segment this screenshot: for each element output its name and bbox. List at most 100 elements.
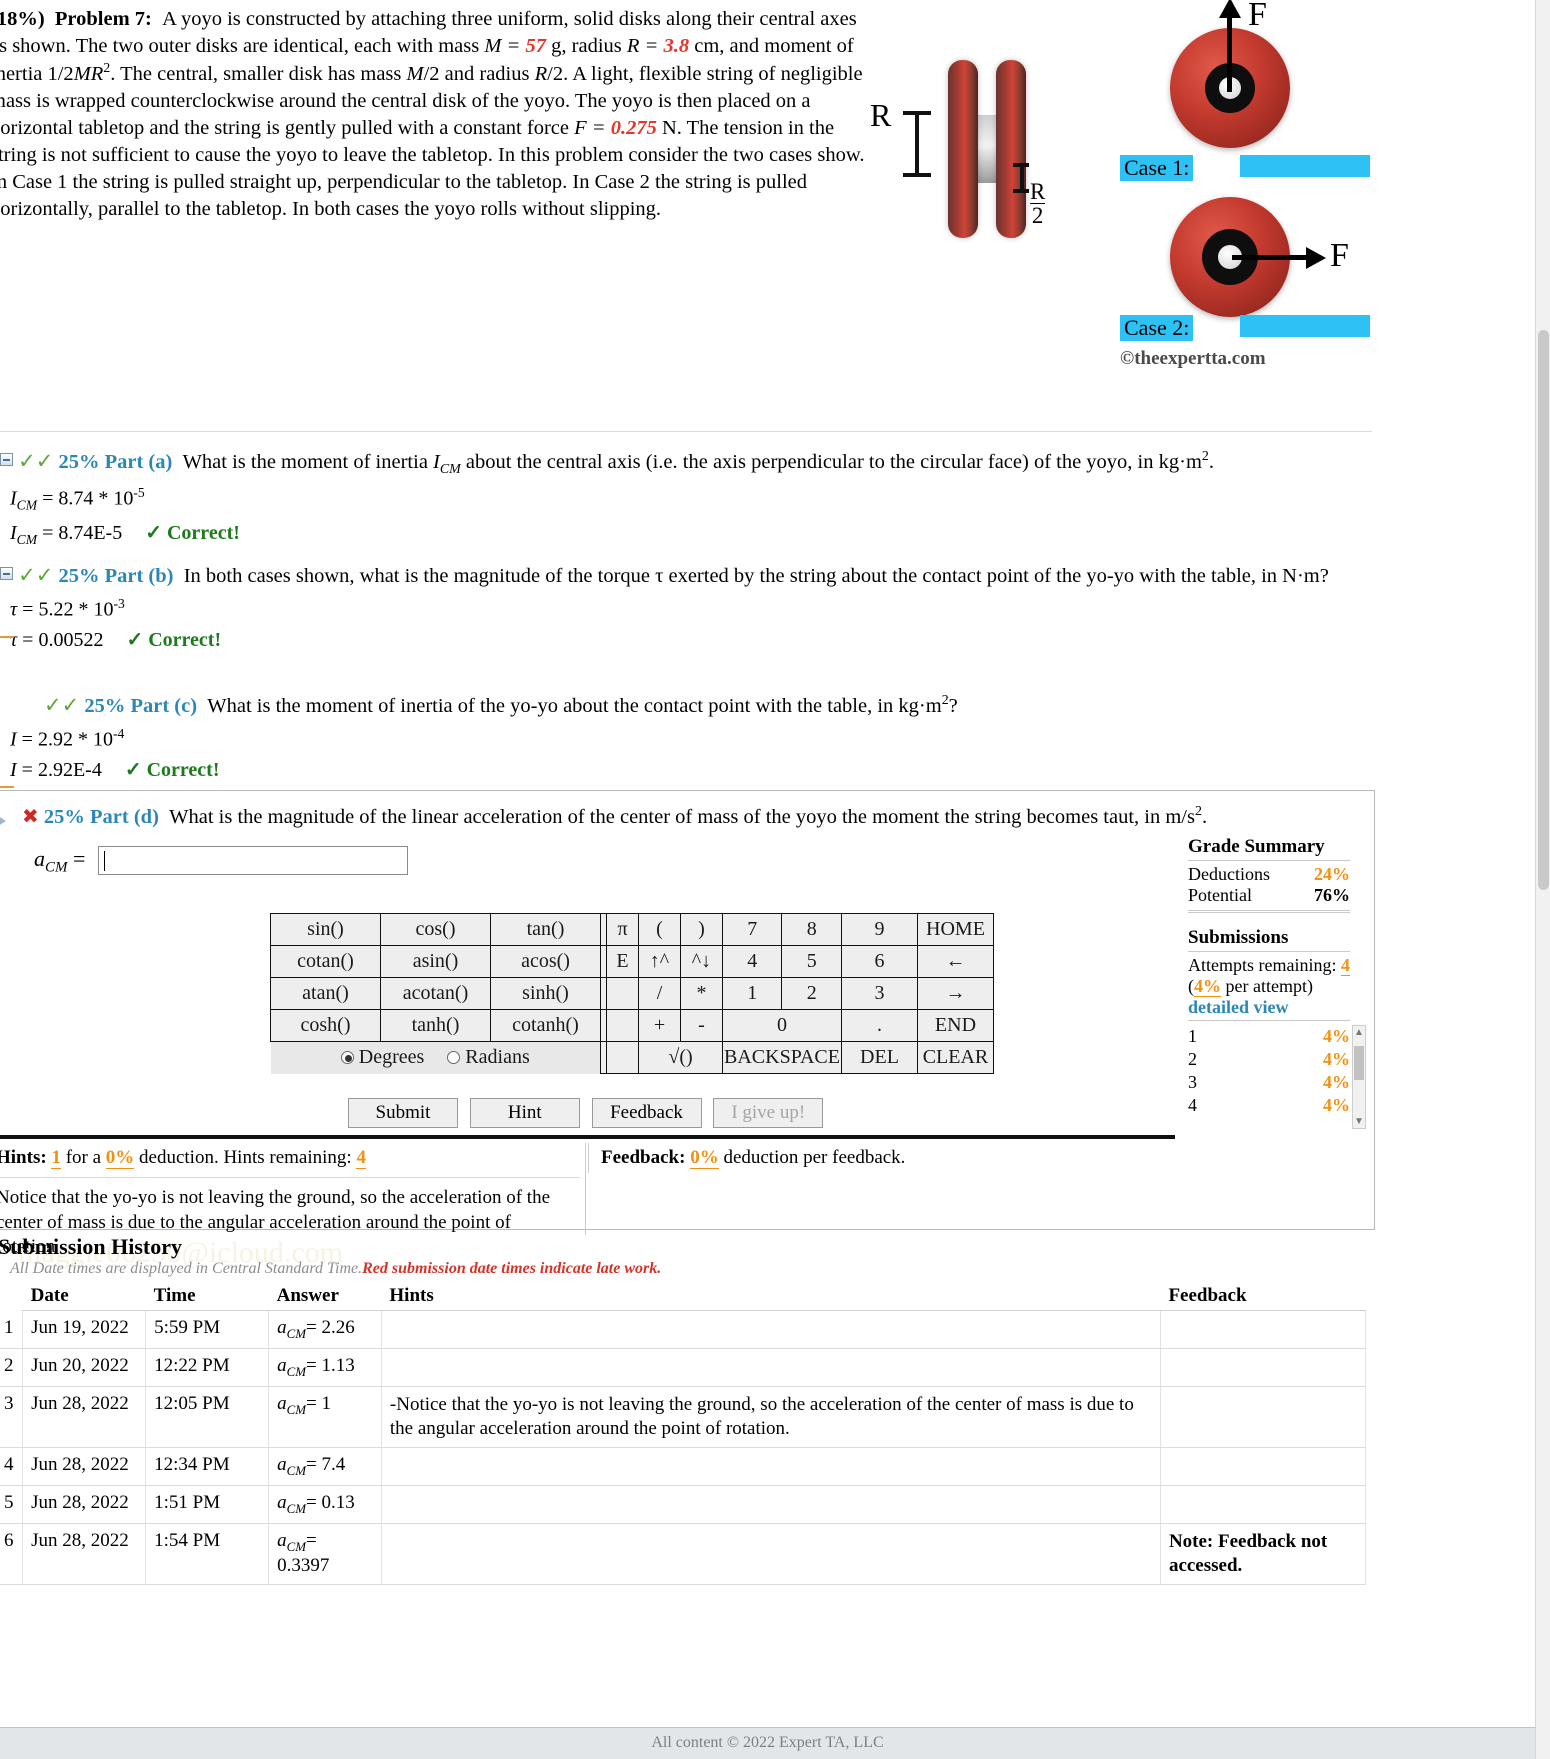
grade-summary-title: Grade Summary <box>1188 836 1325 857</box>
key-cotan[interactable]: cotan() <box>270 945 381 978</box>
row-index: 6 <box>0 1523 24 1586</box>
key-blank-2[interactable] <box>606 1009 639 1042</box>
key-1[interactable]: 1 <box>721 977 783 1010</box>
give-up-button[interactable]: I give up! <box>713 1098 824 1128</box>
page-root: (18%) Problem 7: A yoyo is constructed b… <box>0 0 1550 1759</box>
key-pi[interactable]: π <box>606 913 639 946</box>
page-footer: All content © 2022 Expert TA, LLC <box>0 1727 1535 1759</box>
submission-history-section: Submission History All Date times are di… <box>0 1234 1375 1586</box>
key-superscript-up[interactable]: ↑^ <box>638 945 681 978</box>
submission-history-table: Date Time Answer Hints Feedback 1 Jun 19… <box>0 1282 1367 1586</box>
key-cos[interactable]: cos() <box>380 913 491 946</box>
attempt-row: 1 4% <box>1188 1025 1350 1048</box>
figure-credit: ©theexpertta.com <box>1120 348 1266 369</box>
key-sin[interactable]: sin() <box>270 913 381 946</box>
key-asin[interactable]: asin() <box>380 945 491 978</box>
key-plus[interactable]: + <box>638 1009 681 1042</box>
key-0[interactable]: 0 <box>722 1009 842 1042</box>
row-date: Jun 28, 2022 <box>22 1485 147 1524</box>
page-scrollbar[interactable] <box>1535 0 1550 1759</box>
key-6[interactable]: 6 <box>840 945 918 978</box>
radio-degrees[interactable]: Degrees <box>340 1046 430 1068</box>
key-7[interactable]: 7 <box>721 913 783 946</box>
row-date: Jun 28, 2022 <box>22 1386 147 1449</box>
problem-value-M: 57 <box>525 35 547 58</box>
detailed-view-link[interactable]: detailed view <box>1188 997 1350 1018</box>
key-4[interactable]: 4 <box>721 945 783 978</box>
key-end[interactable]: END <box>916 1009 994 1042</box>
key-9[interactable]: 9 <box>840 913 918 946</box>
key-sqrt[interactable]: √() <box>638 1041 723 1074</box>
key-del[interactable]: DEL <box>840 1041 918 1074</box>
per-attempt-value: 4% <box>1194 976 1221 997</box>
submission-history-note: All Date times are displayed in Central … <box>0 1260 1375 1278</box>
dimension-R-bar <box>915 113 919 175</box>
key-8[interactable]: 8 <box>781 913 842 946</box>
attempt-number: 4 <box>1188 1095 1197 1115</box>
radio-radians[interactable]: Radians <box>447 1046 530 1068</box>
key-cotanh[interactable]: cotanh() <box>490 1009 601 1042</box>
attempts-scrollbar[interactable]: ▲ ▼ <box>1352 1025 1366 1129</box>
key-paren-open[interactable]: ( <box>638 913 681 946</box>
key-divide[interactable]: / <box>638 977 681 1010</box>
math-keypad[interactable]: sin() cos() tan() π ( ) 7 8 9 HOME cotan… <box>270 913 994 1074</box>
key-superscript-down[interactable]: ^↓ <box>680 945 723 978</box>
case2-force-arrow-head <box>1306 247 1326 269</box>
key-acos[interactable]: acos() <box>490 945 601 978</box>
key-cosh[interactable]: cosh() <box>270 1009 381 1042</box>
radio-radians-dot[interactable] <box>447 1051 461 1065</box>
case2-force-arrow-shaft <box>1232 255 1308 260</box>
radio-degrees-dot[interactable] <box>340 1051 354 1065</box>
part-c-result: I = 2.92E-4 ✓ Correct! <box>10 759 220 782</box>
collapse-icon[interactable] <box>0 453 13 466</box>
key-3[interactable]: 3 <box>840 977 918 1010</box>
row-answer: aCM= 1 <box>268 1386 382 1449</box>
case1-force-arrow-head <box>1219 0 1241 18</box>
key-arrow-right[interactable]: → <box>916 977 994 1010</box>
key-sinh[interactable]: sinh() <box>490 977 601 1010</box>
row-index: 4 <box>0 1447 24 1487</box>
page-scroll-thumb[interactable] <box>1538 330 1549 890</box>
row-hints <box>381 1310 1161 1349</box>
table-row: 6 Jun 28, 2022 1:54 PM aCM= 0.3397 Note: … <box>0 1523 1367 1586</box>
key-minus[interactable]: - <box>680 1009 723 1042</box>
key-tanh[interactable]: tanh() <box>380 1009 491 1042</box>
scroll-thumb[interactable] <box>1354 1046 1364 1080</box>
attempt-row: 2 4% <box>1188 1048 1350 1071</box>
key-clear[interactable]: CLEAR <box>916 1041 994 1074</box>
row-time: 5:59 PM <box>145 1310 270 1349</box>
key-5[interactable]: 5 <box>781 945 842 978</box>
key-multiply[interactable]: * <box>680 977 723 1010</box>
key-tan[interactable]: tan() <box>490 913 601 946</box>
row-index: 3 <box>0 1386 24 1449</box>
collapse-icon[interactable] <box>0 567 13 580</box>
key-acotan[interactable]: acotan() <box>380 977 491 1010</box>
key-backspace[interactable]: BACKSPACE <box>722 1041 842 1074</box>
key-2[interactable]: 2 <box>781 977 842 1010</box>
submit-button[interactable]: Submit <box>348 1098 458 1128</box>
key-blank-3[interactable] <box>606 1041 639 1074</box>
attempt-pct: 4% <box>1323 1095 1350 1115</box>
key-atan[interactable]: atan() <box>270 977 381 1010</box>
answer-input[interactable] <box>98 846 408 875</box>
key-E[interactable]: E <box>606 945 639 978</box>
key-blank-1[interactable] <box>606 977 639 1010</box>
key-dot[interactable]: . <box>840 1009 918 1042</box>
part-a-entry: ICM = 8.74 * 10-5 <box>10 485 145 513</box>
scroll-down-icon[interactable]: ▼ <box>1353 1115 1365 1128</box>
feedback-button[interactable]: Feedback <box>591 1098 702 1128</box>
row-hints: -Notice that the yo-yo is not leaving th… <box>381 1386 1161 1449</box>
hints-count: 1 <box>51 1147 61 1169</box>
scroll-up-icon[interactable]: ▲ <box>1353 1026 1365 1039</box>
col-time: Time <box>145 1282 269 1311</box>
parts-bc-side-frame <box>0 636 14 788</box>
key-arrow-left[interactable]: ← <box>916 945 994 978</box>
potential-row: Potential 76% <box>1188 885 1350 906</box>
attempt-number: 1 <box>1188 1026 1197 1046</box>
hint-button[interactable]: Hint <box>469 1098 580 1128</box>
row-date: Jun 28, 2022 <box>22 1523 147 1586</box>
key-paren-close[interactable]: ) <box>680 913 723 946</box>
dimension-R2-label: R 2 <box>1030 180 1046 227</box>
key-home[interactable]: HOME <box>916 913 994 946</box>
row-hints <box>381 1523 1161 1586</box>
